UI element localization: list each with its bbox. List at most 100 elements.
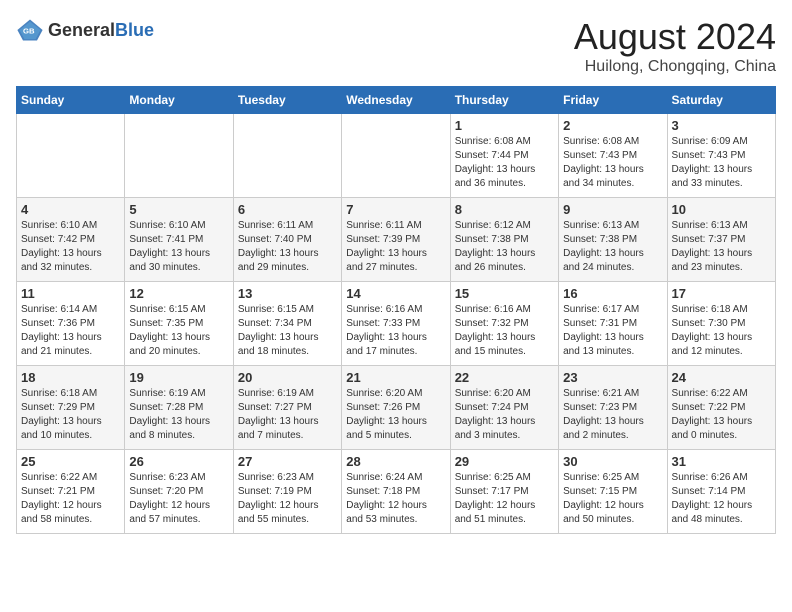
cell-week4-day2: 20 Sunrise: 6:19 AM Sunset: 7:27 PM Dayli…	[233, 366, 341, 450]
day-info: Sunrise: 6:13 AM Sunset: 7:38 PM Dayligh…	[563, 219, 662, 275]
day-number: 23	[563, 370, 662, 385]
day-info: Sunrise: 6:16 AM Sunset: 7:32 PM Dayligh…	[455, 303, 554, 359]
day-info: Sunrise: 6:24 AM Sunset: 7:18 PM Dayligh…	[346, 471, 445, 527]
day-number: 8	[455, 202, 554, 217]
day-number: 29	[455, 454, 554, 469]
main-title: August 2024	[574, 16, 776, 58]
day-number: 15	[455, 286, 554, 301]
cell-week1-day6: 3 Sunrise: 6:09 AM Sunset: 7:43 PM Daylig…	[667, 114, 775, 198]
day-info: Sunrise: 6:14 AM Sunset: 7:36 PM Dayligh…	[21, 303, 120, 359]
day-info: Sunrise: 6:23 AM Sunset: 7:19 PM Dayligh…	[238, 471, 337, 527]
day-info: Sunrise: 6:13 AM Sunset: 7:37 PM Dayligh…	[672, 219, 771, 275]
cell-week5-day1: 26 Sunrise: 6:23 AM Sunset: 7:20 PM Dayli…	[125, 450, 233, 534]
cell-week2-day3: 7 Sunrise: 6:11 AM Sunset: 7:39 PM Daylig…	[342, 198, 450, 282]
cell-week5-day6: 31Sunrise: 6:26 AM Sunset: 7:14 PM Dayli…	[667, 450, 775, 534]
logo-text: GeneralBlue	[48, 20, 154, 41]
day-number: 2	[563, 118, 662, 133]
cell-week5-day3: 28 Sunrise: 6:24 AM Sunset: 7:18 PM Dayli…	[342, 450, 450, 534]
day-number: 28	[346, 454, 445, 469]
day-number: 9	[563, 202, 662, 217]
cell-week2-day2: 6 Sunrise: 6:11 AM Sunset: 7:40 PM Daylig…	[233, 198, 341, 282]
cell-week3-day0: 11 Sunrise: 6:14 AM Sunset: 7:36 PM Dayli…	[17, 282, 125, 366]
day-info: Sunrise: 6:25 AM Sunset: 7:15 PM Dayligh…	[563, 471, 662, 527]
day-info: Sunrise: 6:19 AM Sunset: 7:28 PM Dayligh…	[129, 387, 228, 443]
week-row-1: 1 Sunrise: 6:08 AM Sunset: 7:44 PM Daylig…	[17, 114, 776, 198]
day-number: 20	[238, 370, 337, 385]
cell-week4-day3: 21Sunrise: 6:20 AM Sunset: 7:26 PM Dayli…	[342, 366, 450, 450]
day-number: 7	[346, 202, 445, 217]
cell-week1-day2	[233, 114, 341, 198]
day-number: 13	[238, 286, 337, 301]
day-info: Sunrise: 6:19 AM Sunset: 7:27 PM Dayligh…	[238, 387, 337, 443]
day-info: Sunrise: 6:26 AM Sunset: 7:14 PM Dayligh…	[672, 471, 771, 527]
day-number: 11	[21, 286, 120, 301]
week-row-3: 11 Sunrise: 6:14 AM Sunset: 7:36 PM Dayli…	[17, 282, 776, 366]
day-info: Sunrise: 6:12 AM Sunset: 7:38 PM Dayligh…	[455, 219, 554, 275]
cell-week3-day1: 12 Sunrise: 6:15 AM Sunset: 7:35 PM Dayli…	[125, 282, 233, 366]
cell-week2-day6: 10 Sunrise: 6:13 AM Sunset: 7:37 PM Dayli…	[667, 198, 775, 282]
day-info: Sunrise: 6:17 AM Sunset: 7:31 PM Dayligh…	[563, 303, 662, 359]
day-number: 6	[238, 202, 337, 217]
header-thursday: Thursday	[450, 87, 558, 114]
day-info: Sunrise: 6:09 AM Sunset: 7:43 PM Dayligh…	[672, 135, 771, 191]
title-area: August 2024 Huilong, Chongqing, China	[574, 16, 776, 76]
cell-week1-day3	[342, 114, 450, 198]
day-info: Sunrise: 6:15 AM Sunset: 7:34 PM Dayligh…	[238, 303, 337, 359]
day-number: 12	[129, 286, 228, 301]
cell-week3-day6: 17 Sunrise: 6:18 AM Sunset: 7:30 PM Dayli…	[667, 282, 775, 366]
cell-week5-day2: 27 Sunrise: 6:23 AM Sunset: 7:19 PM Dayli…	[233, 450, 341, 534]
cell-week4-day0: 18Sunrise: 6:18 AM Sunset: 7:29 PM Dayli…	[17, 366, 125, 450]
day-info: Sunrise: 6:20 AM Sunset: 7:24 PM Dayligh…	[455, 387, 554, 443]
day-info: Sunrise: 6:11 AM Sunset: 7:39 PM Dayligh…	[346, 219, 445, 275]
header-wednesday: Wednesday	[342, 87, 450, 114]
header-saturday: Saturday	[667, 87, 775, 114]
cell-week1-day1	[125, 114, 233, 198]
day-info: Sunrise: 6:10 AM Sunset: 7:42 PM Dayligh…	[21, 219, 120, 275]
day-number: 26	[129, 454, 228, 469]
week-row-4: 18Sunrise: 6:18 AM Sunset: 7:29 PM Dayli…	[17, 366, 776, 450]
day-number: 16	[563, 286, 662, 301]
day-info: Sunrise: 6:15 AM Sunset: 7:35 PM Dayligh…	[129, 303, 228, 359]
day-info: Sunrise: 6:23 AM Sunset: 7:20 PM Dayligh…	[129, 471, 228, 527]
cell-week3-day5: 16 Sunrise: 6:17 AM Sunset: 7:31 PM Dayli…	[559, 282, 667, 366]
day-number: 17	[672, 286, 771, 301]
header-monday: Monday	[125, 87, 233, 114]
day-info: Sunrise: 6:22 AM Sunset: 7:22 PM Dayligh…	[672, 387, 771, 443]
day-number: 4	[21, 202, 120, 217]
day-info: Sunrise: 6:16 AM Sunset: 7:33 PM Dayligh…	[346, 303, 445, 359]
day-number: 19	[129, 370, 228, 385]
cell-week2-day5: 9 Sunrise: 6:13 AM Sunset: 7:38 PM Daylig…	[559, 198, 667, 282]
day-info: Sunrise: 6:08 AM Sunset: 7:43 PM Dayligh…	[563, 135, 662, 191]
logo: GB GeneralBlue	[16, 16, 154, 44]
cell-week5-day5: 30 Sunrise: 6:25 AM Sunset: 7:15 PM Dayli…	[559, 450, 667, 534]
day-info: Sunrise: 6:21 AM Sunset: 7:23 PM Dayligh…	[563, 387, 662, 443]
cell-week3-day4: 15 Sunrise: 6:16 AM Sunset: 7:32 PM Dayli…	[450, 282, 558, 366]
day-number: 10	[672, 202, 771, 217]
day-info: Sunrise: 6:10 AM Sunset: 7:41 PM Dayligh…	[129, 219, 228, 275]
cell-week1-day4: 1 Sunrise: 6:08 AM Sunset: 7:44 PM Daylig…	[450, 114, 558, 198]
week-row-5: 25Sunrise: 6:22 AM Sunset: 7:21 PM Dayli…	[17, 450, 776, 534]
logo-icon: GB	[16, 16, 44, 44]
day-info: Sunrise: 6:11 AM Sunset: 7:40 PM Dayligh…	[238, 219, 337, 275]
day-number: 30	[563, 454, 662, 469]
cell-week1-day0	[17, 114, 125, 198]
day-number: 3	[672, 118, 771, 133]
cell-week3-day3: 14Sunrise: 6:16 AM Sunset: 7:33 PM Dayli…	[342, 282, 450, 366]
day-info: Sunrise: 6:08 AM Sunset: 7:44 PM Dayligh…	[455, 135, 554, 191]
day-info: Sunrise: 6:25 AM Sunset: 7:17 PM Dayligh…	[455, 471, 554, 527]
day-number: 24	[672, 370, 771, 385]
day-number: 22	[455, 370, 554, 385]
cell-week2-day0: 4 Sunrise: 6:10 AM Sunset: 7:42 PM Daylig…	[17, 198, 125, 282]
cell-week5-day4: 29 Sunrise: 6:25 AM Sunset: 7:17 PM Dayli…	[450, 450, 558, 534]
cell-week3-day2: 13 Sunrise: 6:15 AM Sunset: 7:34 PM Dayli…	[233, 282, 341, 366]
header-tuesday: Tuesday	[233, 87, 341, 114]
header-friday: Friday	[559, 87, 667, 114]
day-info: Sunrise: 6:18 AM Sunset: 7:30 PM Dayligh…	[672, 303, 771, 359]
day-number: 1	[455, 118, 554, 133]
header-sunday: Sunday	[17, 87, 125, 114]
week-row-2: 4 Sunrise: 6:10 AM Sunset: 7:42 PM Daylig…	[17, 198, 776, 282]
day-number: 5	[129, 202, 228, 217]
days-header-row: SundayMondayTuesdayWednesdayThursdayFrid…	[17, 87, 776, 114]
day-number: 27	[238, 454, 337, 469]
cell-week2-day1: 5 Sunrise: 6:10 AM Sunset: 7:41 PM Daylig…	[125, 198, 233, 282]
